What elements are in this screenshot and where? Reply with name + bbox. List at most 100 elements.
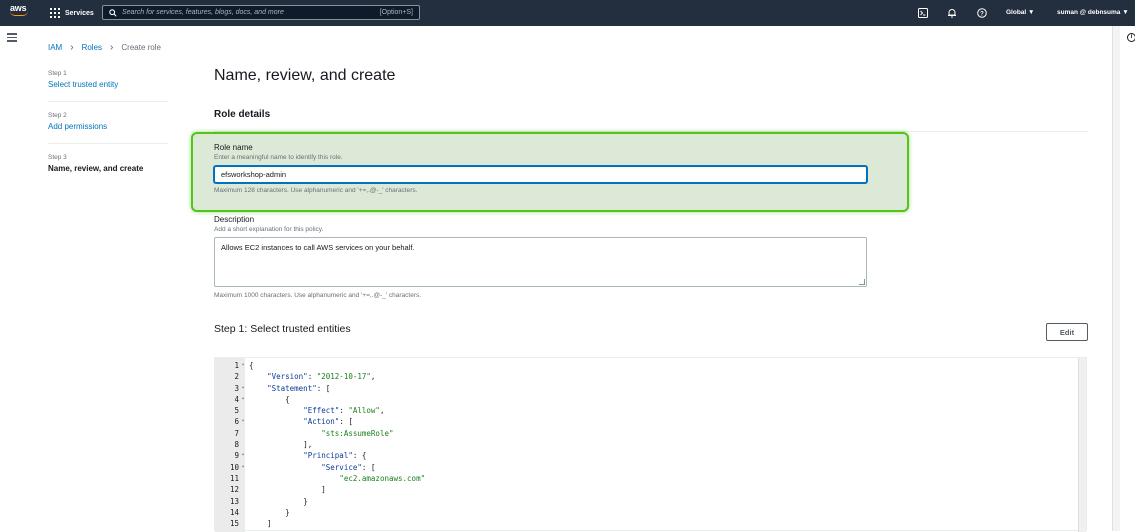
page-scrollbar[interactable] xyxy=(1112,26,1120,531)
services-label: Services xyxy=(65,9,94,17)
code-text: "Version": "2012-10-17", xyxy=(267,372,376,382)
code-line: 1 ▾{ xyxy=(215,360,1075,371)
breadcrumb: IAM › Roles › Create role xyxy=(48,42,161,53)
step-link-select-trusted-entity[interactable]: Select trusted entity xyxy=(48,80,168,89)
role-name-label: Role name xyxy=(214,143,253,152)
code-text: { xyxy=(285,394,290,404)
code-text: ], xyxy=(303,440,313,450)
code-text: "ec2.amazonaws.com" xyxy=(339,473,426,483)
code-line: 13 } xyxy=(215,496,1075,507)
search-input[interactable]: Search for services, features, blogs, do… xyxy=(102,5,420,20)
aws-logo[interactable]: aws xyxy=(10,4,32,22)
code-line: 2 "Version": "2012-10-17", xyxy=(215,371,1075,382)
help-icon[interactable]: ? xyxy=(976,7,987,18)
breadcrumb-current: Create role xyxy=(121,43,161,52)
code-text: "Action": [ xyxy=(303,417,353,427)
services-menu-button[interactable]: Services xyxy=(50,7,94,19)
breadcrumb-iam[interactable]: IAM xyxy=(48,43,62,52)
line-number: 6 xyxy=(234,417,239,427)
aws-logo-text: aws xyxy=(10,3,27,13)
code-text: "sts:AssumeRole" xyxy=(321,428,394,438)
edit-trusted-entities-button[interactable]: Edit xyxy=(1046,323,1088,341)
code-text: } xyxy=(303,496,308,506)
code-line: 4 ▾ { xyxy=(215,394,1075,405)
code-text: } xyxy=(285,507,290,517)
fold-toggle-icon[interactable]: ▾ xyxy=(239,450,247,461)
top-navigation-bar: aws Services Search for services, featur… xyxy=(0,0,1135,26)
code-text: "Principal": { xyxy=(303,451,367,461)
description-hint: Add a short explanation for this policy. xyxy=(214,226,324,233)
fold-toggle-icon[interactable]: ▾ xyxy=(239,462,247,473)
role-name-input[interactable]: efsworkshop-admin xyxy=(214,166,867,183)
info-panel-icon[interactable]: i xyxy=(1127,33,1135,42)
fold-toggle-icon[interactable]: ▾ xyxy=(239,394,247,405)
role-name-hint: Enter a meaningful name to identify this… xyxy=(214,154,343,161)
code-text: { xyxy=(249,361,254,370)
code-lines: 1 ▾{2 "Version": "2012-10-17", 3 ▾ "Stateme… xyxy=(215,360,1075,529)
step-number: Step 1 xyxy=(48,70,67,77)
wizard-step-3: Step 3 Name, review, and create xyxy=(48,154,168,185)
trust-policy-code-editor[interactable]: 1 ▾{2 "Version": "2012-10-17", 3 ▾ "Stateme… xyxy=(214,357,1087,532)
bell-icon[interactable] xyxy=(946,7,957,18)
line-number: 9 xyxy=(234,451,239,461)
code-line: 8 ], xyxy=(215,439,1075,450)
step-current-name-review-create: Name, review, and create xyxy=(48,164,144,173)
code-text: ] xyxy=(321,485,326,495)
line-number: 11 xyxy=(229,473,239,483)
code-line: 11 "ec2.amazonaws.com" xyxy=(215,473,1075,484)
description-value: Allows EC2 instances to call AWS service… xyxy=(221,243,415,252)
code-text: "Effect": "Allow", xyxy=(303,406,385,416)
step-number: Step 2 xyxy=(48,112,67,119)
line-number: 7 xyxy=(234,428,239,438)
fold-toggle-icon[interactable]: ▾ xyxy=(239,416,247,427)
code-text: "Service": [ xyxy=(321,462,376,472)
search-icon xyxy=(109,8,117,17)
description-constraint: Maximum 1000 characters. Use alphanumeri… xyxy=(214,292,422,299)
wizard-step-2: Step 2 Add permissions xyxy=(48,112,168,144)
account-menu[interactable]: suman @ debnsuma ▼ xyxy=(1057,9,1129,16)
region-selector[interactable]: Global ▼ xyxy=(1006,9,1034,16)
svg-text:?: ? xyxy=(980,11,984,17)
chevron-right-icon: › xyxy=(70,42,74,53)
code-line: 14 } xyxy=(215,507,1075,518)
fold-toggle-icon[interactable]: ▾ xyxy=(239,360,247,371)
wizard-steps: Step 1 Select trusted entity Step 2 Add … xyxy=(48,70,168,195)
line-number: 3 xyxy=(234,383,239,393)
account-label: suman @ debnsuma xyxy=(1057,9,1121,16)
line-number: 1 xyxy=(234,361,239,370)
description-textarea[interactable]: Allows EC2 instances to call AWS service… xyxy=(214,237,867,287)
resize-handle-icon[interactable] xyxy=(859,279,865,285)
grid-icon xyxy=(50,8,60,18)
caret-down-icon: ▼ xyxy=(1028,9,1035,16)
code-text: "Statement": [ xyxy=(267,383,331,393)
code-text: ] xyxy=(267,519,272,529)
wizard-step-1: Step 1 Select trusted entity xyxy=(48,70,168,102)
code-line: 10 ▾ "Service": [ xyxy=(215,462,1075,473)
code-scrollbar[interactable] xyxy=(1078,358,1086,532)
code-line: 12 ] xyxy=(215,484,1075,495)
line-number: 2 xyxy=(234,372,239,382)
line-number: 4 xyxy=(234,394,239,404)
line-number: 5 xyxy=(234,406,239,416)
description-label: Description xyxy=(214,215,255,224)
breadcrumb-roles[interactable]: Roles xyxy=(82,43,102,52)
trusted-entities-heading: Step 1: Select trusted entities xyxy=(214,323,351,335)
cloudshell-icon[interactable] xyxy=(917,7,928,18)
fold-toggle-icon[interactable]: ▾ xyxy=(239,383,247,394)
line-number: 12 xyxy=(229,485,239,495)
code-line: 5 "Effect": "Allow", xyxy=(215,405,1075,416)
code-line: 3 ▾ "Statement": [ xyxy=(215,383,1075,394)
step-link-add-permissions[interactable]: Add permissions xyxy=(48,122,168,131)
code-line: 9 ▾ "Principal": { xyxy=(215,450,1075,461)
code-line: 7 "sts:AssumeRole" xyxy=(215,428,1075,439)
hamburger-menu-icon[interactable] xyxy=(7,33,17,42)
